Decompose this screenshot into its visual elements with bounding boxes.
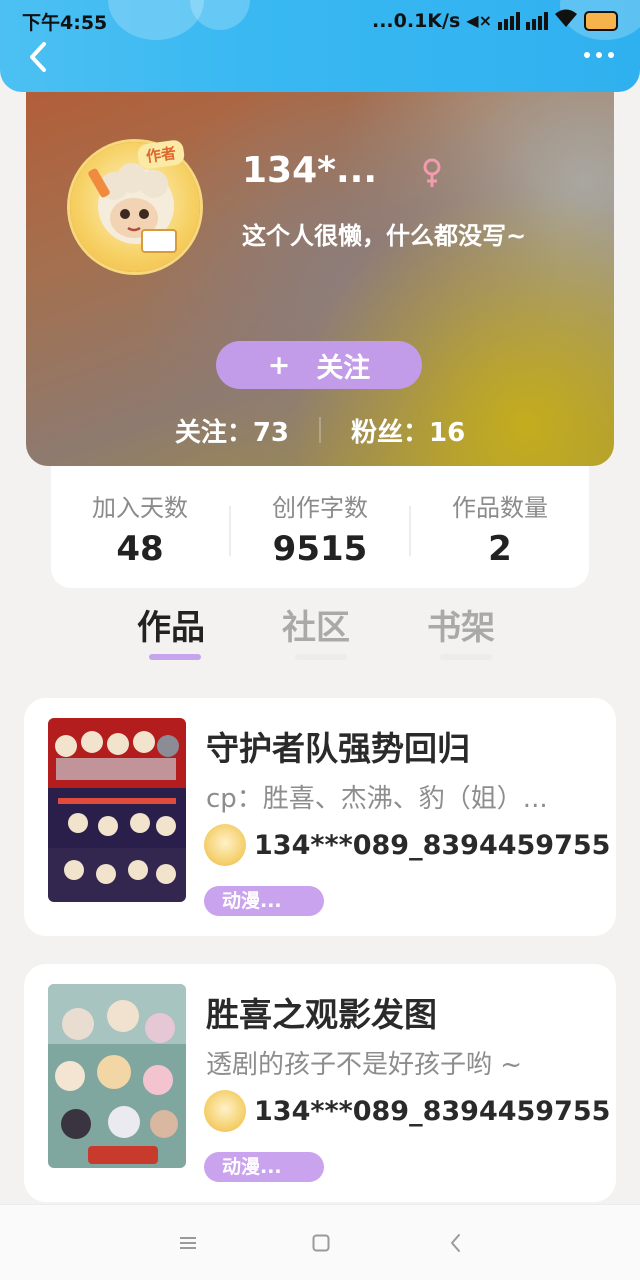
tab-community[interactable]: 社区 — [282, 600, 350, 649]
more-options-button[interactable] — [584, 52, 614, 58]
follow-button[interactable]: + 关注 — [216, 341, 422, 389]
menu-icon[interactable] — [178, 1233, 198, 1253]
tab-works[interactable]: 作品 — [137, 600, 205, 649]
author-name: 134***089_8394459755 — [254, 829, 611, 861]
count-value: 48 — [116, 529, 164, 569]
chevron-left-icon — [30, 42, 46, 72]
signal-icon-2 — [526, 11, 548, 30]
follow-button-label: 关注 — [316, 352, 371, 384]
count-label: 加入天数 — [92, 494, 188, 522]
work-description: 透剧的孩子不是好孩子哟 ~ — [206, 1050, 523, 1080]
count-label: 作品数量 — [452, 494, 548, 522]
count-label: 创作字数 — [272, 494, 368, 522]
work-author[interactable]: 134***089_8394459755 — [204, 1090, 610, 1132]
profile-counts: 加入天数 48 创作字数 9515 作品数量 2 — [51, 466, 589, 588]
count-value: 2 — [488, 529, 512, 569]
count-value: 9515 — [272, 529, 368, 569]
tab-works-underline — [149, 654, 201, 660]
work-title[interactable]: 守护者队强势回归 — [206, 722, 470, 770]
wifi-icon — [554, 8, 578, 33]
signal-icon — [498, 11, 520, 30]
work-card[interactable]: 守护者队强势回归 cp：胜喜、杰沸、豹（姐）... 134***089_8394… — [24, 698, 616, 936]
profile-username: 134*... — [242, 150, 377, 191]
more-dot-icon — [596, 52, 602, 58]
work-cover-image — [48, 718, 186, 902]
profile-header-card: 作者 134*... 这个人很懒，什么都没写~ + 关注 关注：73 粉丝：16 — [26, 60, 614, 466]
profile-bio: 这个人很懒，什么都没写~ — [242, 222, 527, 250]
system-navigation-bar — [0, 1204, 640, 1280]
status-bar: 下午4:55 ...0.1K/s ◀× — [0, 0, 640, 40]
status-icons: ...0.1K/s ◀× — [372, 8, 618, 33]
cover-art-icon — [48, 984, 186, 1168]
female-gender-icon — [422, 158, 442, 188]
work-tag[interactable]: 动漫... — [204, 1152, 324, 1182]
back-triangle-icon[interactable] — [446, 1233, 466, 1253]
work-author[interactable]: 134***089_8394459755 — [204, 824, 610, 866]
author-avatar — [204, 1090, 246, 1132]
author-name: 134***089_8394459755 — [254, 1095, 611, 1127]
work-description: cp：胜喜、杰沸、豹（姐）... — [206, 784, 548, 814]
count-word-total: 创作字数 9515 — [231, 466, 409, 588]
cover-art-icon — [48, 718, 186, 902]
tab-bookshelf[interactable]: 书架 — [427, 600, 495, 649]
tab-community-underline — [295, 654, 347, 660]
more-dot-icon — [584, 52, 590, 58]
stats-divider — [319, 417, 321, 443]
work-title[interactable]: 胜喜之观影发图 — [206, 988, 437, 1036]
tab-bookshelf-underline — [440, 654, 492, 660]
mute-icon: ◀× — [466, 11, 492, 30]
top-bar: 下午4:55 ...0.1K/s ◀× — [0, 0, 640, 92]
followers-count[interactable]: 粉丝：16 — [351, 412, 465, 449]
back-button[interactable] — [24, 40, 52, 74]
count-works: 作品数量 2 — [411, 466, 589, 588]
work-card[interactable]: 胜喜之观影发图 透剧的孩子不是好孩子哟 ~ 134***089_83944597… — [24, 964, 616, 1202]
battery-icon — [584, 10, 618, 31]
follow-stats: 关注：73 粉丝：16 — [26, 410, 614, 450]
work-cover-image — [48, 984, 186, 1168]
following-count[interactable]: 关注：73 — [175, 412, 289, 449]
home-square-icon[interactable] — [311, 1233, 331, 1253]
more-dot-icon — [608, 52, 614, 58]
network-speed: ...0.1K/s — [371, 9, 461, 32]
content-tabs: 作品 社区 书架 — [0, 596, 640, 666]
status-time: 下午4:55 — [22, 12, 108, 34]
work-tag[interactable]: 动漫... — [204, 886, 324, 916]
count-join-days: 加入天数 48 — [51, 466, 229, 588]
author-avatar — [204, 824, 246, 866]
plus-icon: + — [267, 349, 291, 381]
